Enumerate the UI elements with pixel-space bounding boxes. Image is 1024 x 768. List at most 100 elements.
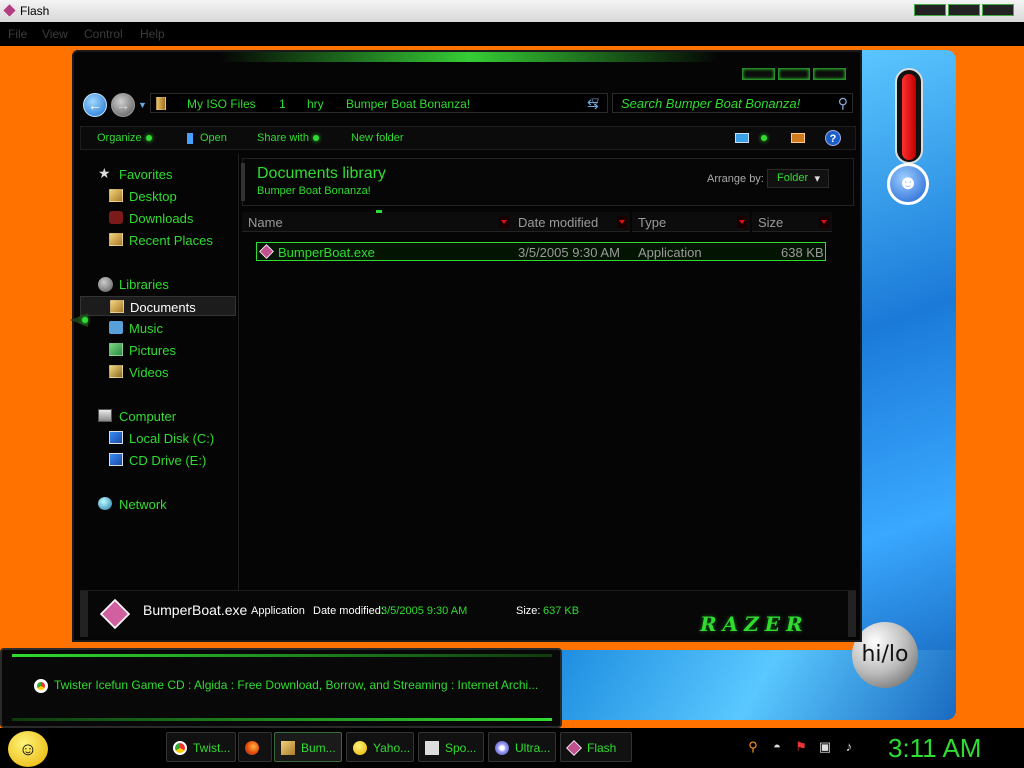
menu-file[interactable]: File [8, 27, 27, 41]
exe-file-large-icon [99, 598, 131, 630]
explorer-window-controls [742, 68, 847, 80]
taskbar-item-spotify[interactable]: Spo... [418, 732, 484, 762]
smiley-icon[interactable]: ☻ [887, 163, 929, 205]
column-header-type[interactable]: Type [632, 212, 750, 232]
taskbar-item-chrome[interactable]: Twist... [166, 732, 236, 762]
column-header-size[interactable]: Size [752, 212, 832, 232]
column-filter-icon[interactable] [499, 216, 509, 228]
details-file-type: Application [251, 605, 305, 617]
taskbar-item-yahoo[interactable]: Yaho... [346, 732, 414, 762]
explorer-minimize-button[interactable] [742, 68, 775, 80]
navigation-pane: ★ Favorites Desktop Downloads Recent Pla… [80, 156, 236, 590]
forward-button[interactable]: → [111, 93, 135, 117]
search-input[interactable] [621, 96, 831, 111]
nav-videos[interactable]: Videos [80, 362, 236, 382]
minimize-button[interactable] [914, 4, 946, 16]
nav-desktop[interactable]: Desktop [80, 186, 236, 206]
breadcrumb-hry[interactable]: hry [307, 97, 324, 111]
explorer-maximize-button[interactable] [777, 68, 811, 80]
volume-icon[interactable]: ♪ [842, 740, 856, 754]
nav-libraries[interactable]: Libraries [80, 274, 236, 294]
column-filter-icon[interactable] [617, 216, 627, 228]
nav-recent-places[interactable]: Recent Places [80, 230, 236, 250]
column-filter-icon[interactable] [819, 216, 829, 228]
nav-label: Music [129, 321, 163, 336]
nav-label: Videos [129, 365, 169, 380]
column-label: Name [248, 215, 283, 230]
back-button[interactable]: ← [83, 93, 107, 117]
messenger-tray-icon[interactable]: ◓ [770, 740, 784, 754]
nav-label: Local Disk (C:) [129, 431, 215, 446]
file-date-modified: 3/5/2005 9:30 AM [518, 245, 620, 260]
details-file-name: BumperBoat.exe [143, 602, 248, 618]
share-dropdown-icon [312, 135, 319, 142]
refresh-icon[interactable]: ⇆ [587, 96, 599, 113]
nav-downloads[interactable]: Downloads [80, 208, 236, 228]
nav-cd-drive[interactable]: CD Drive (E:) [80, 450, 236, 470]
organize-button[interactable]: Organize [97, 132, 152, 144]
libraries-icon [98, 277, 113, 292]
close-button[interactable] [982, 4, 1014, 16]
nav-music[interactable]: Music [80, 318, 236, 338]
nav-network[interactable]: Network [80, 494, 236, 514]
library-title: Documents library [257, 165, 386, 182]
maximize-button[interactable] [948, 4, 980, 16]
taskbar-item-explorer[interactable]: Bum... [274, 732, 342, 762]
pane-splitter[interactable] [238, 154, 239, 590]
nav-label: CD Drive (E:) [129, 453, 207, 468]
search-box: ⚲ [612, 93, 853, 113]
task-label: Flash [587, 741, 617, 755]
menu-control[interactable]: Control [84, 27, 123, 41]
nav-local-disk[interactable]: Local Disk (C:) [80, 428, 236, 448]
breadcrumb-1[interactable]: 1 [279, 97, 286, 111]
open-button[interactable]: Open [187, 132, 227, 144]
new-folder-button[interactable]: New folder [351, 132, 404, 144]
menu-help[interactable]: Help [140, 27, 165, 41]
start-button[interactable]: ☺ [8, 731, 48, 767]
search-tray-icon[interactable]: ⚲ [746, 740, 760, 754]
column-header-date-modified[interactable]: Date modified [512, 212, 630, 232]
breadcrumb-my-iso-files[interactable]: My ISO Files [187, 97, 256, 111]
file-name: BumperBoat.exe [278, 245, 375, 260]
downloads-icon [109, 211, 123, 224]
taskbar-item-flash[interactable]: Flash [560, 732, 632, 762]
arrange-by-select[interactable]: Folder [767, 169, 829, 188]
column-filter-icon[interactable] [737, 216, 747, 228]
view-options-icon[interactable] [761, 135, 767, 141]
breadcrumb-bumper-boat[interactable]: Bumper Boat Bonanza! [346, 97, 470, 111]
library-header: Documents library Bumper Boat Bonanza! A… [241, 158, 854, 206]
nav-label: Documents [130, 300, 196, 315]
task-label: Spo... [445, 741, 477, 755]
file-row[interactable]: BumperBoat.exe 3/5/2005 9:30 AM Applicat… [256, 242, 826, 261]
change-view-icon[interactable] [735, 133, 749, 143]
task-label: Twist... [193, 741, 231, 755]
music-icon [109, 321, 123, 334]
explorer-close-button[interactable] [813, 68, 847, 80]
taskbar-clock[interactable]: 3:11 AM [888, 733, 981, 764]
browser-title-gadget[interactable]: Twister Icefun Game CD : Algida : Free D… [0, 648, 562, 728]
razer-logo: RAZER [700, 612, 809, 636]
task-label: Bum... [301, 741, 336, 755]
recent-pages-dropdown[interactable]: ▼ [138, 100, 147, 110]
nav-favorites[interactable]: ★ Favorites [80, 164, 236, 184]
preview-pane-icon[interactable] [791, 133, 805, 143]
network-tray-icon[interactable]: ▣ [818, 740, 832, 754]
address-bar[interactable]: My ISO Files 1 hry Bumper Boat Bonanza! … [150, 93, 608, 113]
computer-icon [98, 409, 112, 422]
column-header-name[interactable]: Name [242, 212, 512, 232]
menu-view[interactable]: View [42, 27, 68, 41]
share-with-button[interactable]: Share with [257, 132, 319, 144]
nav-documents[interactable]: Documents [80, 296, 236, 316]
nav-computer[interactable]: Computer [80, 406, 236, 426]
flash-menubar: File View Control Help [0, 22, 1024, 46]
taskbar-item-ultraiso[interactable]: Ultra... [488, 732, 556, 762]
help-icon[interactable]: ? [825, 130, 841, 146]
pictures-icon [109, 343, 123, 356]
recent-places-icon [109, 233, 123, 246]
nav-pictures[interactable]: Pictures [80, 340, 236, 360]
search-icon[interactable]: ⚲ [838, 95, 848, 112]
taskbar-item-firefox[interactable] [238, 732, 272, 762]
nav-label: Network [119, 497, 167, 512]
explorer-window: ← → ▼ My ISO Files 1 hry Bumper Boat Bon… [70, 50, 862, 642]
action-center-icon[interactable]: ⚑ [794, 740, 808, 754]
